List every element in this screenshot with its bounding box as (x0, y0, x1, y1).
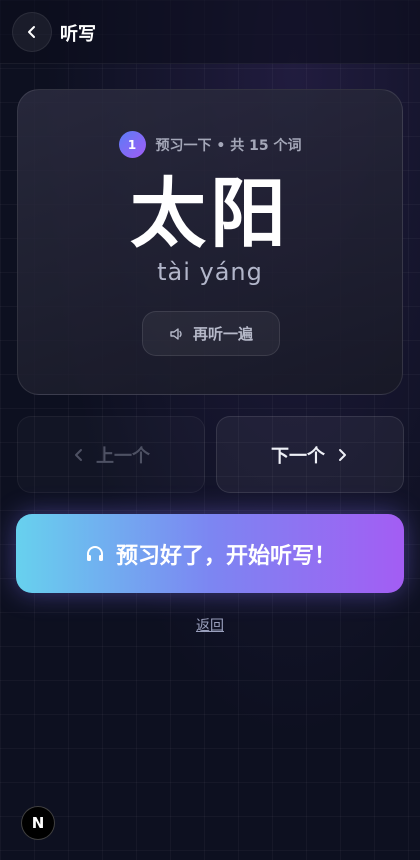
prev-button[interactable]: 上一个 (17, 416, 205, 493)
word-card: 1 预习一下 • 共 15 个词 太阳 tài yáng 再听一遍 (17, 89, 403, 395)
progress-text: 预习一下 • 共 15 个词 (155, 137, 302, 154)
word-text: 太阳 (130, 169, 290, 258)
progress-row: 1 预习一下 • 共 15 个词 (18, 131, 402, 158)
page-title: 听写 (60, 24, 96, 45)
headphones-icon (86, 545, 103, 561)
next-label: 下一个 (271, 445, 325, 467)
start-label: 预习好了，开始听写！ (115, 543, 336, 569)
chevron-left-icon (28, 26, 35, 38)
replay-button[interactable]: 再听一遍 (142, 311, 280, 356)
speaker-icon (170, 327, 182, 340)
app-header: 听写 (0, 0, 420, 64)
word-index-badge: 1 (118, 131, 146, 158)
pinyin-text: tài yáng (157, 258, 263, 286)
back-button[interactable] (12, 12, 52, 52)
next-button[interactable]: 下一个 (216, 416, 404, 493)
back-link[interactable]: 返回 (0, 615, 420, 635)
prev-label: 上一个 (96, 445, 150, 467)
start-dictation-button[interactable]: 预习好了，开始听写！ (16, 514, 404, 593)
chevron-right-icon (339, 448, 346, 461)
chevron-left-icon (75, 448, 82, 461)
nextjs-badge[interactable]: N (21, 806, 55, 840)
replay-label: 再听一遍 (192, 325, 253, 343)
